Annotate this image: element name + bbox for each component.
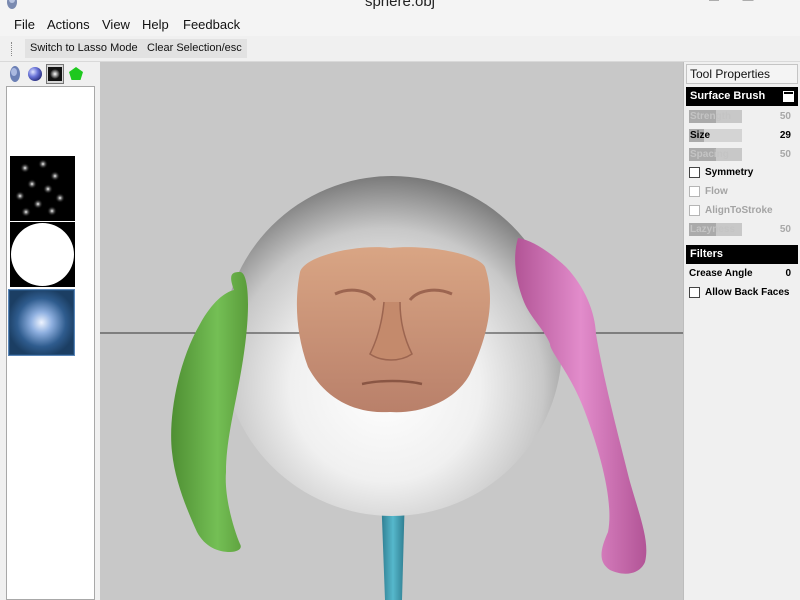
surface-brush-header[interactable]: Surface Brush bbox=[686, 87, 798, 106]
tool-tabs bbox=[0, 62, 100, 86]
menu-feedback[interactable]: Feedback bbox=[183, 17, 240, 32]
slider-value: 50 bbox=[779, 111, 791, 122]
crease-angle-label: Crease Angle bbox=[689, 268, 753, 279]
checkbox-label: Flow bbox=[705, 186, 728, 197]
surface-brush-label: Surface Brush bbox=[690, 90, 766, 102]
menu-file[interactable]: File bbox=[14, 17, 35, 32]
alpha-stamp-icon[interactable] bbox=[46, 64, 64, 84]
checkbox-label: Allow Back Faces bbox=[705, 287, 790, 298]
slider-value: 50 bbox=[779, 224, 791, 235]
tool-properties-title: Tool Properties bbox=[686, 64, 798, 84]
scattered-dots-alpha[interactable] bbox=[10, 156, 75, 221]
left-panel bbox=[0, 62, 100, 600]
toolbar-grip[interactable] bbox=[11, 42, 13, 56]
clear-selection-button[interactable]: Clear Selection/esc bbox=[142, 39, 247, 58]
checkbox-box[interactable] bbox=[689, 167, 700, 178]
filters-header[interactable]: Filters bbox=[686, 245, 798, 264]
menu-help[interactable]: Help bbox=[142, 17, 169, 32]
crease-angle-value: 0 bbox=[785, 268, 791, 279]
toolbar: Switch to Lasso Mode Clear Selection/esc bbox=[0, 36, 800, 62]
slider-value: 50 bbox=[779, 149, 791, 160]
slider-label: Lazyness bbox=[690, 224, 736, 235]
lasso-mode-button[interactable]: Switch to Lasso Mode bbox=[25, 39, 143, 58]
brush-head-icon[interactable] bbox=[6, 64, 24, 84]
viewport-3d[interactable] bbox=[100, 62, 683, 600]
minimize-icon[interactable] bbox=[707, 0, 721, 6]
slider-label: Strength bbox=[690, 111, 732, 122]
alpha-list bbox=[6, 86, 95, 600]
checkbox-label: Symmetry bbox=[705, 167, 754, 178]
size-slider[interactable]: Size 29 bbox=[689, 128, 797, 143]
spacing-slider[interactable]: Spacing 50 bbox=[689, 147, 797, 162]
checkbox-box[interactable] bbox=[689, 205, 700, 216]
sculptris-window: sphere.obj File Actions View Help Feedba… bbox=[0, 0, 800, 600]
slider-label: Spacing bbox=[690, 149, 729, 160]
symmetry-checkbox[interactable]: Symmetry bbox=[689, 166, 797, 181]
tool-properties-panel: Tool Properties Surface Brush Strength 5… bbox=[683, 62, 800, 600]
checkbox-box[interactable] bbox=[689, 186, 700, 197]
maximize-icon[interactable] bbox=[741, 0, 755, 6]
slider-label: Size bbox=[690, 130, 711, 141]
soft-falloff-alpha[interactable] bbox=[8, 289, 75, 356]
checkbox-box[interactable] bbox=[689, 287, 700, 298]
window-title: sphere.obj bbox=[364, 0, 436, 10]
menu-bar: File Actions View Help Feedback bbox=[0, 14, 800, 36]
collapse-icon[interactable] bbox=[783, 91, 794, 102]
pentagon-shape-icon[interactable] bbox=[67, 64, 85, 84]
solid-circle-alpha[interactable] bbox=[10, 222, 75, 287]
strength-slider[interactable]: Strength 50 bbox=[689, 109, 797, 124]
crease-angle-row[interactable]: Crease Angle 0 bbox=[689, 267, 797, 282]
checkbox-label: AlignToStroke bbox=[705, 205, 773, 216]
align-to-stroke-checkbox[interactable]: AlignToStroke bbox=[689, 204, 797, 219]
menu-actions[interactable]: Actions bbox=[47, 17, 90, 32]
allow-back-faces-checkbox[interactable]: Allow Back Faces bbox=[689, 286, 797, 301]
slider-value: 29 bbox=[779, 130, 791, 141]
lazyness-slider[interactable]: Lazyness 50 bbox=[689, 222, 797, 237]
flow-checkbox[interactable]: Flow bbox=[689, 185, 797, 200]
material-sphere-icon[interactable] bbox=[26, 64, 44, 84]
title-bar: sphere.obj bbox=[0, 0, 800, 14]
menu-view[interactable]: View bbox=[102, 17, 130, 32]
